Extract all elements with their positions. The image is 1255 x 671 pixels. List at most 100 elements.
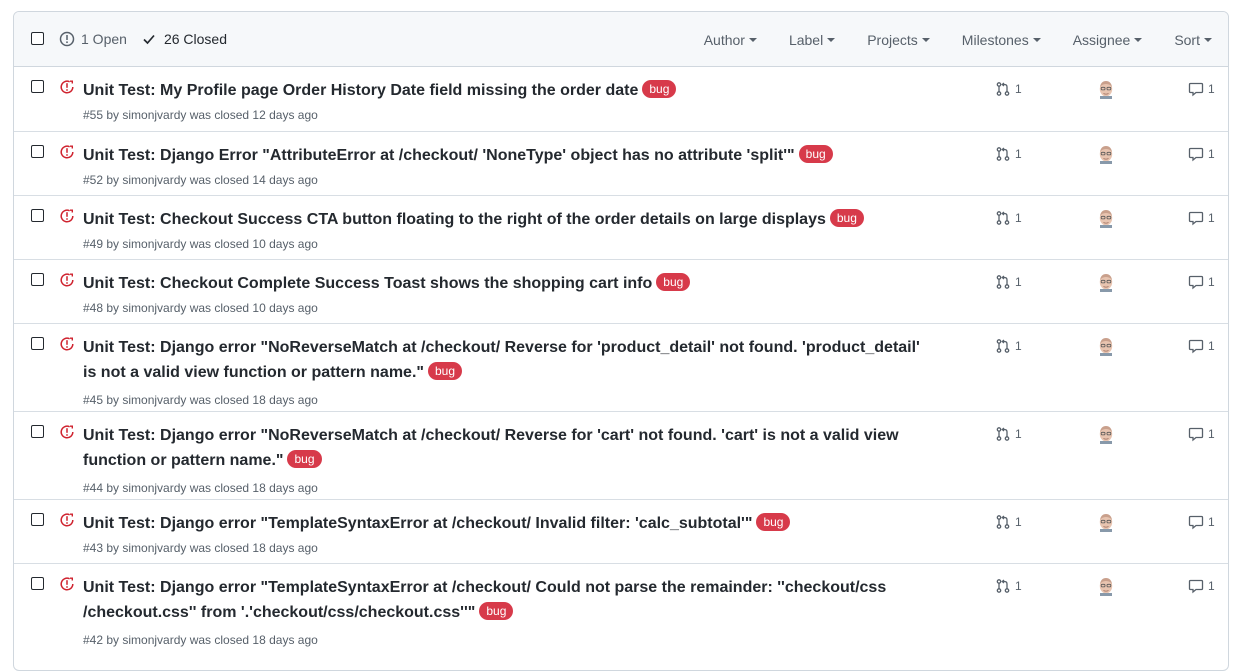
- issue-closed-icon: [60, 337, 74, 351]
- assignee-avatar[interactable]: [1098, 336, 1114, 356]
- linked-pr-link[interactable]: 1: [995, 274, 1022, 290]
- linked-pr-count: 1: [1015, 579, 1022, 593]
- issue-checkbox[interactable]: [31, 209, 44, 222]
- linked-pr-link[interactable]: 1: [995, 514, 1022, 530]
- comment-count: 1: [1208, 147, 1215, 161]
- issue-row: Unit Test: Django error "TemplateSyntaxE…: [14, 499, 1228, 563]
- author-filter-label: Author: [703, 31, 745, 48]
- issue-opened-icon: [59, 31, 75, 47]
- comment-count: 1: [1208, 579, 1215, 593]
- comment-icon: [1188, 82, 1204, 97]
- comments-link[interactable]: 1: [1188, 81, 1215, 97]
- linked-pr-link[interactable]: 1: [995, 81, 1022, 97]
- comments-link[interactable]: 1: [1188, 578, 1215, 594]
- assignee-avatar[interactable]: [1098, 424, 1114, 444]
- open-issues-label: 1 Open: [81, 31, 127, 47]
- comment-count: 1: [1208, 211, 1215, 225]
- comments-link[interactable]: 1: [1188, 426, 1215, 442]
- comment-count: 1: [1208, 427, 1215, 441]
- issue-title-link[interactable]: Unit Test: Django Error "AttributeError …: [83, 147, 795, 164]
- issue-checkbox[interactable]: [31, 513, 44, 526]
- label-filter[interactable]: Label: [773, 32, 851, 48]
- comment-icon: [1188, 515, 1204, 530]
- author-filter[interactable]: Author: [688, 32, 773, 48]
- git-pull-request-icon: [996, 211, 1010, 225]
- issue-row: Unit Test: Django error "NoReverseMatch …: [14, 323, 1228, 411]
- issue-meta: #48 by simonjvardy was closed 10 days ag…: [83, 301, 318, 315]
- issue-title-block: Unit Test: Django error "TemplateSyntaxE…: [83, 575, 923, 625]
- projects-filter[interactable]: Projects: [851, 32, 946, 48]
- assignee-avatar[interactable]: [1098, 79, 1114, 99]
- issue-checkbox[interactable]: [31, 145, 44, 158]
- comment-icon: [1188, 579, 1204, 594]
- filter-bar: Author Label Projects Milestones Assigne…: [688, 12, 1228, 67]
- chevron-down-icon: [1032, 37, 1041, 42]
- bug-label[interactable]: bug: [798, 145, 833, 163]
- comment-icon: [1188, 427, 1204, 442]
- linked-pr-link[interactable]: 1: [995, 338, 1022, 354]
- issue-title-link[interactable]: Unit Test: Checkout Complete Success Toa…: [83, 275, 652, 292]
- issue-title-link[interactable]: Unit Test: Django error "TemplateSyntaxE…: [83, 515, 752, 532]
- comments-link[interactable]: 1: [1188, 274, 1215, 290]
- label-filter-label: Label: [788, 31, 824, 48]
- issue-closed-icon: [60, 145, 74, 159]
- bug-label[interactable]: bug: [829, 209, 864, 227]
- sort-filter[interactable]: Sort: [1158, 32, 1228, 48]
- issue-checkbox[interactable]: [31, 577, 44, 590]
- git-pull-request-icon: [996, 82, 1010, 96]
- issue-checkbox[interactable]: [31, 273, 44, 286]
- issue-title-link[interactable]: Unit Test: My Profile page Order History…: [83, 82, 638, 99]
- bug-label[interactable]: bug: [427, 362, 463, 380]
- issues-list-box: 1 Open 26 Closed Author Label Projects M…: [13, 11, 1229, 671]
- issue-checkbox[interactable]: [31, 337, 44, 350]
- chevron-down-icon: [921, 37, 930, 42]
- issue-closed-icon: [60, 80, 74, 94]
- linked-pr-count: 1: [1015, 427, 1022, 441]
- issue-title-block: Unit Test: Django error "NoReverseMatch …: [83, 335, 923, 385]
- comments-link[interactable]: 1: [1188, 514, 1215, 530]
- linked-pr-link[interactable]: 1: [995, 210, 1022, 226]
- assignee-avatar[interactable]: [1098, 576, 1114, 596]
- issue-meta: #42 by simonjvardy was closed 18 days ag…: [83, 633, 318, 647]
- milestones-filter-label: Milestones: [961, 31, 1029, 48]
- issue-meta: #55 by simonjvardy was closed 12 days ag…: [83, 108, 318, 122]
- issue-closed-icon: [60, 513, 74, 527]
- bug-label[interactable]: bug: [656, 273, 691, 291]
- assignee-filter-label: Assignee: [1072, 31, 1131, 48]
- assignee-avatar[interactable]: [1098, 272, 1114, 292]
- issue-checkbox[interactable]: [31, 80, 44, 93]
- comment-count: 1: [1208, 339, 1215, 353]
- assignee-filter[interactable]: Assignee: [1057, 32, 1159, 48]
- git-pull-request-icon: [996, 427, 1010, 441]
- assignee-avatar[interactable]: [1098, 512, 1114, 532]
- assignee-avatar[interactable]: [1098, 144, 1114, 164]
- closed-issues-label: 26 Closed: [163, 31, 227, 47]
- assignee-avatar[interactable]: [1098, 208, 1114, 228]
- linked-pr-count: 1: [1015, 82, 1022, 96]
- open-issues-link[interactable]: 1 Open: [59, 31, 127, 47]
- select-all-checkbox[interactable]: [31, 32, 44, 45]
- bug-label[interactable]: bug: [756, 513, 791, 531]
- git-pull-request-icon: [996, 147, 1010, 161]
- git-pull-request-icon: [996, 275, 1010, 289]
- comments-link[interactable]: 1: [1188, 210, 1215, 226]
- issue-meta: #49 by simonjvardy was closed 10 days ag…: [83, 237, 318, 251]
- linked-pr-link[interactable]: 1: [995, 578, 1022, 594]
- closed-issues-link[interactable]: 26 Closed: [142, 31, 227, 47]
- issue-checkbox[interactable]: [31, 425, 44, 438]
- milestones-filter[interactable]: Milestones: [946, 32, 1057, 48]
- linked-pr-count: 1: [1015, 211, 1022, 225]
- issue-title-link[interactable]: Unit Test: Django error "NoReverseMatch …: [83, 339, 920, 381]
- comment-icon: [1188, 339, 1204, 354]
- issue-title-block: Unit Test: Django error "NoReverseMatch …: [83, 423, 923, 473]
- issue-title-link[interactable]: Unit Test: Checkout Success CTA button f…: [83, 211, 826, 228]
- linked-pr-link[interactable]: 1: [995, 146, 1022, 162]
- comments-link[interactable]: 1: [1188, 338, 1215, 354]
- comments-link[interactable]: 1: [1188, 146, 1215, 162]
- bug-label[interactable]: bug: [642, 80, 677, 98]
- issue-title-link[interactable]: Unit Test: Django error "NoReverseMatch …: [83, 427, 899, 469]
- linked-pr-link[interactable]: 1: [995, 426, 1022, 442]
- bug-label[interactable]: bug: [287, 450, 322, 468]
- sort-filter-label: Sort: [1174, 31, 1200, 48]
- bug-label[interactable]: bug: [479, 602, 514, 620]
